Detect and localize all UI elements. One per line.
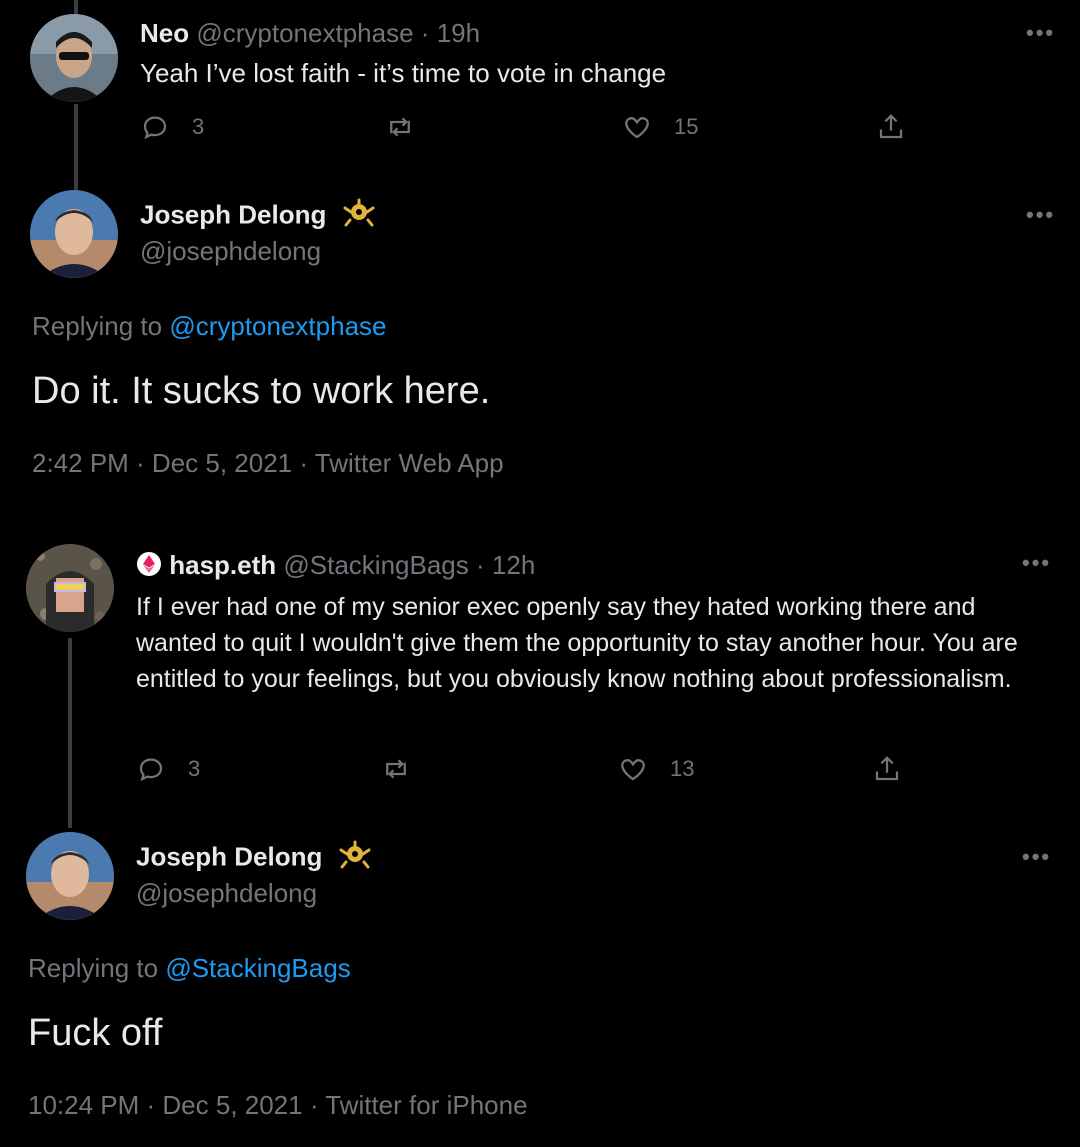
reply-count: 3 — [192, 114, 205, 139]
author-handle[interactable]: @cryptonextphase — [196, 18, 413, 48]
tweet3-actions: 3 13 — [136, 754, 1036, 794]
avatar-hasp[interactable] — [26, 544, 114, 632]
thread-line — [68, 638, 72, 828]
heart-icon — [621, 759, 645, 781]
tweet2-author: Joseph Delong — [140, 198, 376, 235]
author-name[interactable]: hasp.eth — [169, 550, 276, 580]
more-button[interactable]: ••• — [1026, 202, 1055, 228]
separator: · — [476, 550, 485, 580]
tweet-metadata[interactable]: 2:42 PM · Dec 5, 2021 · Twitter Web App — [32, 448, 504, 479]
heart-icon — [625, 117, 649, 139]
more-button[interactable]: ••• — [1022, 550, 1051, 576]
replying-to: Replying to @cryptonextphase — [32, 311, 387, 342]
more-button[interactable]: ••• — [1026, 20, 1055, 46]
replying-to: Replying to @StackingBags — [28, 953, 351, 984]
reply-count: 3 — [188, 756, 201, 781]
tweet-text: Yeah I’ve lost faith - it’s time to vote… — [140, 58, 667, 88]
like-button[interactable]: 13 — [618, 754, 694, 784]
reply-icon — [143, 116, 167, 140]
replying-to-label: Replying to — [28, 953, 159, 983]
thread-line — [74, 104, 78, 192]
author-handle[interactable]: @josephdelong — [136, 878, 317, 909]
reply-icon — [139, 758, 163, 782]
tweet4-author: Joseph Delong — [136, 840, 372, 877]
tweet-text: Fuck off — [28, 1012, 163, 1054]
reply-button[interactable]: 3 — [136, 754, 200, 784]
share-icon — [875, 756, 899, 781]
replying-to-handle[interactable]: @StackingBags — [165, 953, 350, 983]
timestamp[interactable]: 19h — [437, 18, 480, 48]
author-name[interactable]: Joseph Delong — [136, 841, 322, 871]
gold-badge-icon — [338, 840, 372, 877]
retweet-icon — [386, 759, 406, 779]
retweet-button[interactable] — [385, 112, 415, 142]
avatar-joseph[interactable] — [30, 190, 118, 278]
thread-line — [74, 0, 78, 14]
gold-badge-icon — [342, 198, 376, 235]
ethereum-pink-icon — [136, 551, 162, 584]
like-count: 13 — [670, 756, 695, 781]
timestamp[interactable]: 12h — [492, 550, 535, 580]
avatar-joseph[interactable] — [26, 832, 114, 920]
replying-to-label: Replying to — [32, 311, 163, 341]
author-handle[interactable]: @StackingBags — [283, 550, 468, 580]
retweet-button[interactable] — [381, 754, 411, 784]
share-button[interactable] — [876, 112, 906, 142]
replying-to-handle[interactable]: @cryptonextphase — [169, 311, 386, 341]
like-button[interactable]: 15 — [622, 112, 698, 142]
tweet3-header: hasp.eth @StackingBags · 12h — [136, 550, 535, 584]
author-name[interactable]: Neo — [140, 18, 189, 48]
tweet1-header: Neo @cryptonextphase · 19h — [140, 18, 480, 49]
tweet-metadata[interactable]: 10:24 PM · Dec 5, 2021 · Twitter for iPh… — [28, 1090, 528, 1121]
retweet-icon — [390, 117, 410, 137]
reply-button[interactable]: 3 — [140, 112, 204, 142]
author-handle[interactable]: @josephdelong — [140, 236, 321, 267]
more-button[interactable]: ••• — [1022, 844, 1051, 870]
tweet1-actions: 3 15 — [140, 112, 1040, 152]
tweet-text: If I ever had one of my senior exec open… — [136, 593, 1018, 693]
tweet-text: Do it. It sucks to work here. — [32, 370, 491, 412]
avatar-neo[interactable] — [30, 14, 118, 102]
separator: · — [420, 18, 430, 48]
like-count: 15 — [674, 114, 699, 139]
share-button[interactable] — [872, 754, 902, 784]
author-name[interactable]: Joseph Delong — [140, 199, 326, 229]
share-icon — [879, 114, 903, 139]
